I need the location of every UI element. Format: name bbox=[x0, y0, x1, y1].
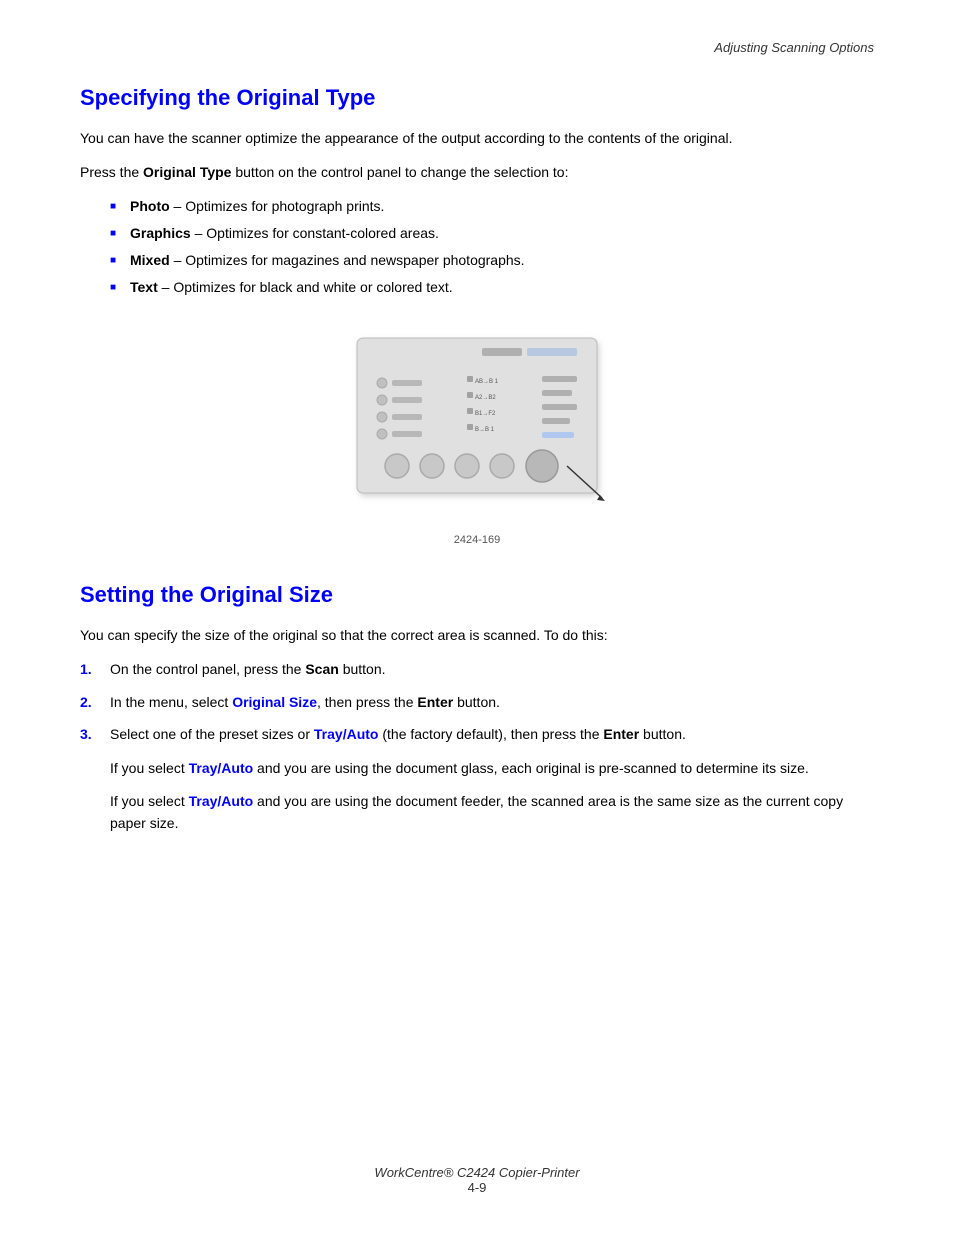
section1-bullet-list: Photo – Optimizes for photograph prints.… bbox=[110, 196, 874, 298]
step-num-3: 3. bbox=[80, 723, 98, 745]
section1-intro: You can have the scanner optimize the ap… bbox=[80, 127, 874, 149]
list-item: 2. In the menu, select Original Size, th… bbox=[80, 691, 874, 713]
step3-enter-bold: Enter bbox=[603, 726, 639, 742]
page-container: Adjusting Scanning Options Specifying th… bbox=[0, 0, 954, 1235]
svg-text:A2→B2: A2→B2 bbox=[475, 395, 496, 401]
footer-line1: WorkCentre® C2424 Copier-Printer bbox=[0, 1165, 954, 1180]
section2-title: Setting the Original Size bbox=[80, 582, 874, 608]
press-text-pre: Press the bbox=[80, 164, 143, 180]
step2-original-size: Original Size bbox=[232, 694, 317, 710]
section-setting-original-size: Setting the Original Size You can specif… bbox=[80, 582, 874, 835]
control-panel-figure: AB→B 1 A2→B2 B1→F2 B→B 1 bbox=[327, 318, 627, 528]
step-num-2: 2. bbox=[80, 691, 98, 713]
svg-text:B→B 1: B→B 1 bbox=[475, 427, 495, 433]
section2-note2: If you select Tray/Auto and you are usin… bbox=[110, 790, 874, 835]
note2-pre: If you select bbox=[110, 793, 189, 809]
bullet-label-text: Text bbox=[130, 279, 158, 295]
svg-text:B1→F2: B1→F2 bbox=[475, 411, 496, 417]
step1-scan-bold: Scan bbox=[305, 661, 338, 677]
note1-pre: If you select bbox=[110, 760, 189, 776]
section2-intro: You can specify the size of the original… bbox=[80, 624, 874, 646]
note2-tray-auto: Tray/Auto bbox=[189, 793, 254, 809]
list-item: Mixed – Optimizes for magazines and news… bbox=[110, 250, 874, 271]
step2-enter-bold: Enter bbox=[417, 694, 453, 710]
page-header: Adjusting Scanning Options bbox=[80, 40, 874, 55]
note1-tray-auto: Tray/Auto bbox=[189, 760, 254, 776]
step3-tray-auto: Tray/Auto bbox=[314, 726, 379, 742]
section-specifying-original-type: Specifying the Original Type You can hav… bbox=[80, 85, 874, 546]
list-item: Graphics – Optimizes for constant-colore… bbox=[110, 223, 874, 244]
figure-container: AB→B 1 A2→B2 B1→F2 B→B 1 bbox=[80, 318, 874, 528]
section2-steps: 1. On the control panel, press the Scan … bbox=[80, 658, 874, 745]
section2-note1: If you select Tray/Auto and you are usin… bbox=[110, 757, 874, 779]
svg-text:AB→B 1: AB→B 1 bbox=[475, 379, 499, 385]
section1-title: Specifying the Original Type bbox=[80, 85, 874, 111]
list-item: Text – Optimizes for black and white or … bbox=[110, 277, 874, 298]
bullet-text-mixed: – Optimizes for magazines and newspaper … bbox=[170, 252, 525, 268]
figure-caption: 2424-169 bbox=[80, 534, 874, 546]
bullet-text-graphics: – Optimizes for constant-colored areas. bbox=[191, 225, 439, 241]
press-text-post: button on the control panel to change th… bbox=[231, 164, 568, 180]
list-item: 1. On the control panel, press the Scan … bbox=[80, 658, 874, 680]
section1-press-text: Press the Original Type button on the co… bbox=[80, 161, 874, 183]
step2-text: In the menu, select Original Size, then … bbox=[110, 691, 500, 713]
bullet-text-photo: – Optimizes for photograph prints. bbox=[170, 198, 385, 214]
press-text-bold: Original Type bbox=[143, 164, 231, 180]
note1-post: and you are using the document glass, ea… bbox=[253, 760, 809, 776]
footer-line2: 4-9 bbox=[0, 1180, 954, 1195]
bullet-text-text: – Optimizes for black and white or color… bbox=[158, 279, 453, 295]
step1-text: On the control panel, press the Scan but… bbox=[110, 658, 386, 680]
list-item: Photo – Optimizes for photograph prints. bbox=[110, 196, 874, 217]
list-item: 3. Select one of the preset sizes or Tra… bbox=[80, 723, 874, 745]
bullet-label-photo: Photo bbox=[130, 198, 170, 214]
bullet-label-mixed: Mixed bbox=[130, 252, 170, 268]
step-num-1: 1. bbox=[80, 658, 98, 680]
page-footer: WorkCentre® C2424 Copier-Printer 4-9 bbox=[0, 1165, 954, 1195]
header-text: Adjusting Scanning Options bbox=[714, 40, 874, 55]
step3-text: Select one of the preset sizes or Tray/A… bbox=[110, 723, 686, 745]
bullet-label-graphics: Graphics bbox=[130, 225, 191, 241]
